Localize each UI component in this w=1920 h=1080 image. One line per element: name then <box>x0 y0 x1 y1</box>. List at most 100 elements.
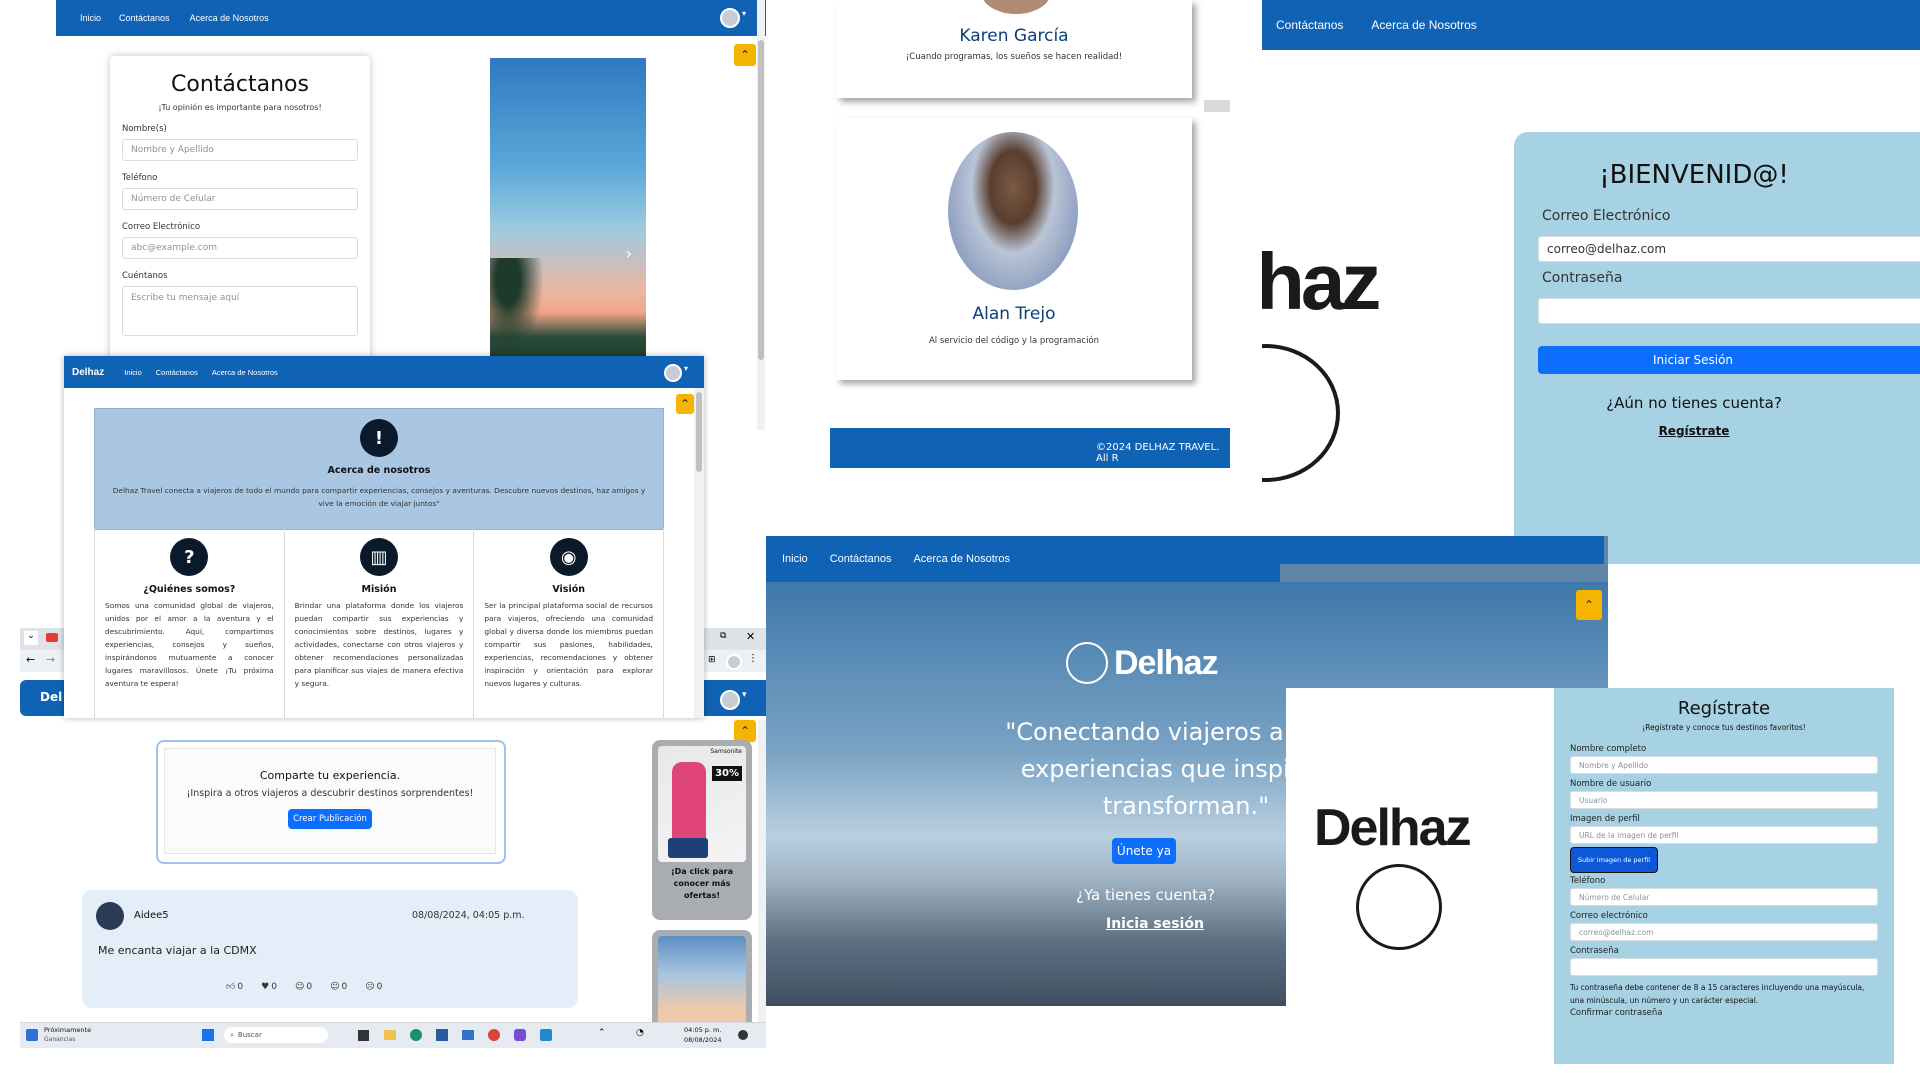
nav-about-link[interactable]: Acerca de Nosotros <box>1371 18 1476 32</box>
carousel-image[interactable]: › <box>490 58 646 368</box>
email-input[interactable]: correo@delhaz.com <box>1538 236 1920 262</box>
scroll-top-button[interactable]: ⌃ <box>734 720 756 742</box>
nav-about-link[interactable]: Acerca de Nosotros <box>212 368 278 377</box>
upload-image-button[interactable]: Subir imagen de perfil <box>1570 847 1658 873</box>
chrome-icon[interactable] <box>488 1029 500 1041</box>
ad-card[interactable]: Samsonite 30% ¡Da click para conocer más… <box>652 740 752 920</box>
tray-chevron-icon[interactable]: ⌃ <box>598 1028 606 1038</box>
user-avatar[interactable] <box>720 690 740 710</box>
ad-badge: 30% <box>712 766 742 781</box>
chevron-down-icon[interactable]: ▾ <box>742 9 746 18</box>
tab-dropdown-icon[interactable]: ⌄ <box>24 631 38 645</box>
brand-logo: Delhaz <box>72 366 105 378</box>
have-account-text: ¿Ya tienes cuenta? <box>1076 886 1216 904</box>
field-label: Teléfono <box>122 173 158 183</box>
task-view-icon[interactable] <box>358 1030 369 1041</box>
name-input[interactable]: Nombre y Apellido <box>122 139 358 161</box>
phone-input[interactable]: Número de Celular <box>1570 888 1878 906</box>
post-date: 08/08/2024, 04:05 p.m. <box>412 910 525 921</box>
email-input[interactable]: correo@delhaz.com <box>1570 923 1878 941</box>
laugh-icon[interactable]: ☺ <box>295 982 304 992</box>
nav-contact-link[interactable]: Contáctanos <box>119 13 170 23</box>
menu-icon[interactable]: ⋮ <box>748 653 758 664</box>
scroll-top-button[interactable]: ⌃ <box>1576 590 1602 620</box>
register-link[interactable]: Regístrate <box>1514 424 1920 438</box>
scroll-top-button[interactable]: ⌃ <box>676 394 694 414</box>
chevron-down-icon[interactable]: ▾ <box>684 364 688 373</box>
post-text: Me encanta viajar a la CDMX <box>98 944 257 957</box>
scroll-top-button[interactable]: ⌃ <box>734 44 756 66</box>
register-panel: Delhaz Regístrate ¡Regístrate y conoce t… <box>1286 688 1894 1064</box>
weather-icon[interactable] <box>26 1029 38 1041</box>
taskbar-search[interactable]: ⌕ Buscar <box>224 1027 328 1043</box>
windows-taskbar: Próximamente Ganancias ⌕ Buscar ⌃ ◔ 04:0… <box>20 1022 766 1048</box>
nav-home-link[interactable]: Inicio <box>124 368 142 377</box>
vscode-icon[interactable] <box>540 1029 552 1041</box>
app-icon[interactable] <box>514 1029 526 1041</box>
login-link[interactable]: Inicia sesión <box>1106 916 1204 932</box>
email-input[interactable]: abc@example.com <box>122 237 358 259</box>
about-column: ◉ Visión Ser la principal plataforma soc… <box>474 528 663 718</box>
mail-icon[interactable] <box>462 1030 474 1040</box>
login-navbar: Contáctanos Acerca de Nosotros <box>1262 0 1920 50</box>
team-panel: Karen García ¡Cuando programas, los sueñ… <box>830 0 1230 470</box>
store-icon[interactable] <box>436 1029 448 1041</box>
field-label: Contraseña <box>1570 946 1619 956</box>
user-avatar[interactable] <box>720 8 740 28</box>
heart-icon[interactable]: ♥ <box>261 982 269 992</box>
register-title: Regístrate <box>1677 698 1771 719</box>
nav-contact-link[interactable]: Contáctanos <box>156 368 198 377</box>
wifi-icon[interactable]: ◔ <box>636 1028 644 1038</box>
column-title: ¿Quiénes somos? <box>143 584 236 595</box>
forward-icon[interactable]: → <box>46 653 55 666</box>
contact-navbar: Inicio Contáctanos Acerca de Nosotros ▾ <box>56 0 766 36</box>
password-hint: Tu contraseña debe contener de 8 a 15 ca… <box>1570 983 1865 1005</box>
profile-avatar[interactable] <box>726 654 742 670</box>
nav-contact-link[interactable]: Contáctanos <box>1276 18 1343 32</box>
join-button[interactable]: Únete ya <box>1112 838 1176 864</box>
message-textarea[interactable]: Escribe tu mensaje aquí <box>122 286 358 336</box>
login-button[interactable]: Iniciar Sesión <box>1538 346 1920 374</box>
back-icon[interactable]: ← <box>26 653 35 666</box>
restore-icon[interactable]: ⧉ <box>720 631 726 641</box>
username-input[interactable]: Usuario <box>1570 791 1878 809</box>
nav-about-link[interactable]: Acerca de Nosotros <box>190 13 269 23</box>
nav-contact-link[interactable]: Contáctanos <box>830 553 892 565</box>
weather-sub: Ganancias <box>44 1036 76 1043</box>
scrollbar[interactable] <box>757 0 765 430</box>
chevron-right-icon[interactable]: › <box>626 244 632 263</box>
wow-icon[interactable]: ☺ <box>330 982 339 992</box>
user-avatar[interactable] <box>664 364 682 382</box>
notification-icon[interactable] <box>738 1030 748 1040</box>
password-input[interactable] <box>1538 298 1920 324</box>
youtube-icon[interactable] <box>46 633 58 642</box>
scrollbar[interactable] <box>694 388 704 718</box>
sad-icon[interactable]: ☹ <box>365 982 374 992</box>
edge-icon[interactable] <box>410 1029 422 1041</box>
chevron-down-icon[interactable]: ▾ <box>742 690 747 700</box>
create-post-button[interactable]: Crear Publicación <box>288 809 372 829</box>
globe-icon <box>1066 642 1108 684</box>
phone-input[interactable]: Número de Celular <box>122 188 358 210</box>
profile-image-input[interactable]: URL de la imagen de perfil <box>1570 826 1878 844</box>
like-icon[interactable]: 👍︎ <box>226 982 235 992</box>
ad-card-2[interactable] <box>652 930 752 1030</box>
nav-about-link[interactable]: Acerca de Nosotros <box>913 553 1010 565</box>
column-text: Brindar una plataforma donde los viajero… <box>294 601 464 688</box>
footer-text: ©2024 DELHAZ TRAVEL. All R <box>1096 442 1220 464</box>
extension-icon[interactable]: ⊞ <box>708 655 716 665</box>
windows-start-icon[interactable] <box>202 1029 214 1041</box>
password-input[interactable] <box>1570 958 1878 976</box>
contact-card: Contáctanos ¡Tu opinión es importante pa… <box>110 56 370 376</box>
fullname-input[interactable]: Nombre y Apellido <box>1570 756 1878 774</box>
file-explorer-icon[interactable] <box>384 1030 396 1040</box>
ad-cta[interactable]: ¡Da click para conocer más ofertas! <box>658 866 746 902</box>
nav-home-link[interactable]: Inicio <box>782 553 808 565</box>
heart-count: 0 <box>271 982 277 992</box>
shadow-bar <box>1204 100 1230 112</box>
scrollbar[interactable] <box>758 720 766 1026</box>
brand-name: Delhaz <box>1114 643 1219 682</box>
nav-home-link[interactable]: Inicio <box>80 13 101 23</box>
email-label: Correo Electrónico <box>1542 208 1671 224</box>
close-icon[interactable]: ✕ <box>746 630 755 643</box>
